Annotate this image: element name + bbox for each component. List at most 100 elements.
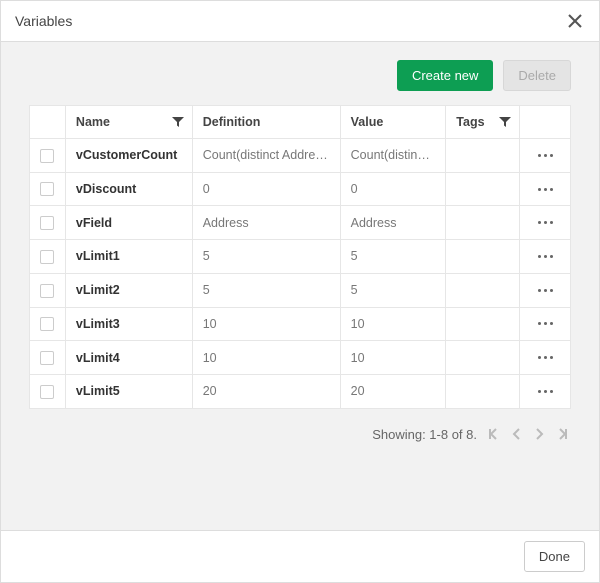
variables-dialog: Variables Create new Delete Name xyxy=(0,0,600,583)
row-checkbox-cell xyxy=(30,341,66,375)
dialog-body: Create new Delete Name Definition xyxy=(1,42,599,530)
header-actions xyxy=(520,106,571,139)
table-row[interactable]: vLimit52020 xyxy=(30,374,571,408)
row-actions-menu[interactable] xyxy=(530,154,560,157)
row-definition: 10 xyxy=(192,307,340,341)
row-actions-menu[interactable] xyxy=(530,390,560,393)
row-value: 5 xyxy=(340,240,446,274)
row-checkbox[interactable] xyxy=(40,250,54,264)
row-name: vLimit5 xyxy=(65,374,192,408)
table-row[interactable]: vFieldAddressAddress xyxy=(30,206,571,240)
row-name: vDiscount xyxy=(65,172,192,206)
row-actions-cell xyxy=(520,206,571,240)
row-name: vLimit3 xyxy=(65,307,192,341)
row-definition: 5 xyxy=(192,240,340,274)
row-checkbox[interactable] xyxy=(40,216,54,230)
header-value[interactable]: Value xyxy=(340,106,446,139)
row-definition: 0 xyxy=(192,172,340,206)
row-actions-cell xyxy=(520,172,571,206)
row-actions-menu[interactable] xyxy=(530,322,560,325)
row-definition: Address xyxy=(192,206,340,240)
row-tags xyxy=(446,307,520,341)
filter-icon[interactable] xyxy=(172,116,184,128)
row-actions-cell xyxy=(520,374,571,408)
table-row[interactable]: vLimit255 xyxy=(30,273,571,307)
row-actions-menu[interactable] xyxy=(530,221,560,224)
row-actions-menu[interactable] xyxy=(530,289,560,292)
pager-prev[interactable] xyxy=(511,428,523,440)
row-definition: 5 xyxy=(192,273,340,307)
row-definition: 10 xyxy=(192,341,340,375)
header-name-label: Name xyxy=(76,115,110,129)
row-actions-cell xyxy=(520,240,571,274)
row-checkbox[interactable] xyxy=(40,351,54,365)
row-checkbox-cell xyxy=(30,273,66,307)
row-value: 0 xyxy=(340,172,446,206)
row-name: vCustomerCount xyxy=(65,139,192,173)
row-definition: 20 xyxy=(192,374,340,408)
row-actions-cell xyxy=(520,341,571,375)
row-actions-menu[interactable] xyxy=(530,255,560,258)
row-checkbox[interactable] xyxy=(40,385,54,399)
row-name: vLimit4 xyxy=(65,341,192,375)
table-row[interactable]: vLimit41010 xyxy=(30,341,571,375)
dialog-footer: Done xyxy=(1,530,599,582)
row-actions-cell xyxy=(520,307,571,341)
row-value: 10 xyxy=(340,341,446,375)
row-tags xyxy=(446,273,520,307)
row-tags xyxy=(446,240,520,274)
table-row[interactable]: vLimit31010 xyxy=(30,307,571,341)
pager-last[interactable] xyxy=(555,428,567,440)
row-value: Address xyxy=(340,206,446,240)
row-name: vLimit2 xyxy=(65,273,192,307)
header-tags-label: Tags xyxy=(456,115,484,129)
dialog-title: Variables xyxy=(15,13,72,29)
done-button[interactable]: Done xyxy=(524,541,585,572)
pager-nav xyxy=(489,428,567,440)
row-checkbox-cell xyxy=(30,240,66,274)
row-tags xyxy=(446,374,520,408)
row-name: vLimit1 xyxy=(65,240,192,274)
row-checkbox[interactable] xyxy=(40,182,54,196)
action-bar: Create new Delete xyxy=(29,60,571,91)
pager: Showing: 1-8 of 8. xyxy=(29,427,571,442)
pager-next[interactable] xyxy=(533,428,545,440)
close-icon xyxy=(568,14,582,28)
table-row[interactable]: vLimit155 xyxy=(30,240,571,274)
table-row[interactable]: vCustomerCountCount(distinct Address)Cou… xyxy=(30,139,571,173)
row-value: Count(distinc… xyxy=(340,139,446,173)
table-row[interactable]: vDiscount00 xyxy=(30,172,571,206)
delete-button: Delete xyxy=(503,60,571,91)
row-checkbox-cell xyxy=(30,307,66,341)
header-select xyxy=(30,106,66,139)
header-definition-label: Definition xyxy=(203,115,261,129)
row-checkbox[interactable] xyxy=(40,317,54,331)
header-tags[interactable]: Tags xyxy=(446,106,520,139)
header-value-label: Value xyxy=(351,115,384,129)
row-actions-cell xyxy=(520,273,571,307)
row-checkbox-cell xyxy=(30,206,66,240)
row-actions-menu[interactable] xyxy=(530,356,560,359)
row-actions-menu[interactable] xyxy=(530,188,560,191)
row-tags xyxy=(446,341,520,375)
close-button[interactable] xyxy=(565,11,585,31)
row-checkbox-cell xyxy=(30,374,66,408)
pager-first[interactable] xyxy=(489,428,501,440)
row-name: vField xyxy=(65,206,192,240)
row-tags xyxy=(446,139,520,173)
row-checkbox-cell xyxy=(30,139,66,173)
header-definition[interactable]: Definition xyxy=(192,106,340,139)
row-checkbox[interactable] xyxy=(40,149,54,163)
row-value: 10 xyxy=(340,307,446,341)
header-name[interactable]: Name xyxy=(65,106,192,139)
filter-icon[interactable] xyxy=(499,116,511,128)
row-checkbox[interactable] xyxy=(40,284,54,298)
create-new-button[interactable]: Create new xyxy=(397,60,493,91)
pager-status: Showing: 1-8 of 8. xyxy=(372,427,477,442)
row-checkbox-cell xyxy=(30,172,66,206)
row-value: 5 xyxy=(340,273,446,307)
variables-table: Name Definition Value Tags xyxy=(29,105,571,409)
row-tags xyxy=(446,172,520,206)
dialog-header: Variables xyxy=(1,1,599,42)
row-actions-cell xyxy=(520,139,571,173)
